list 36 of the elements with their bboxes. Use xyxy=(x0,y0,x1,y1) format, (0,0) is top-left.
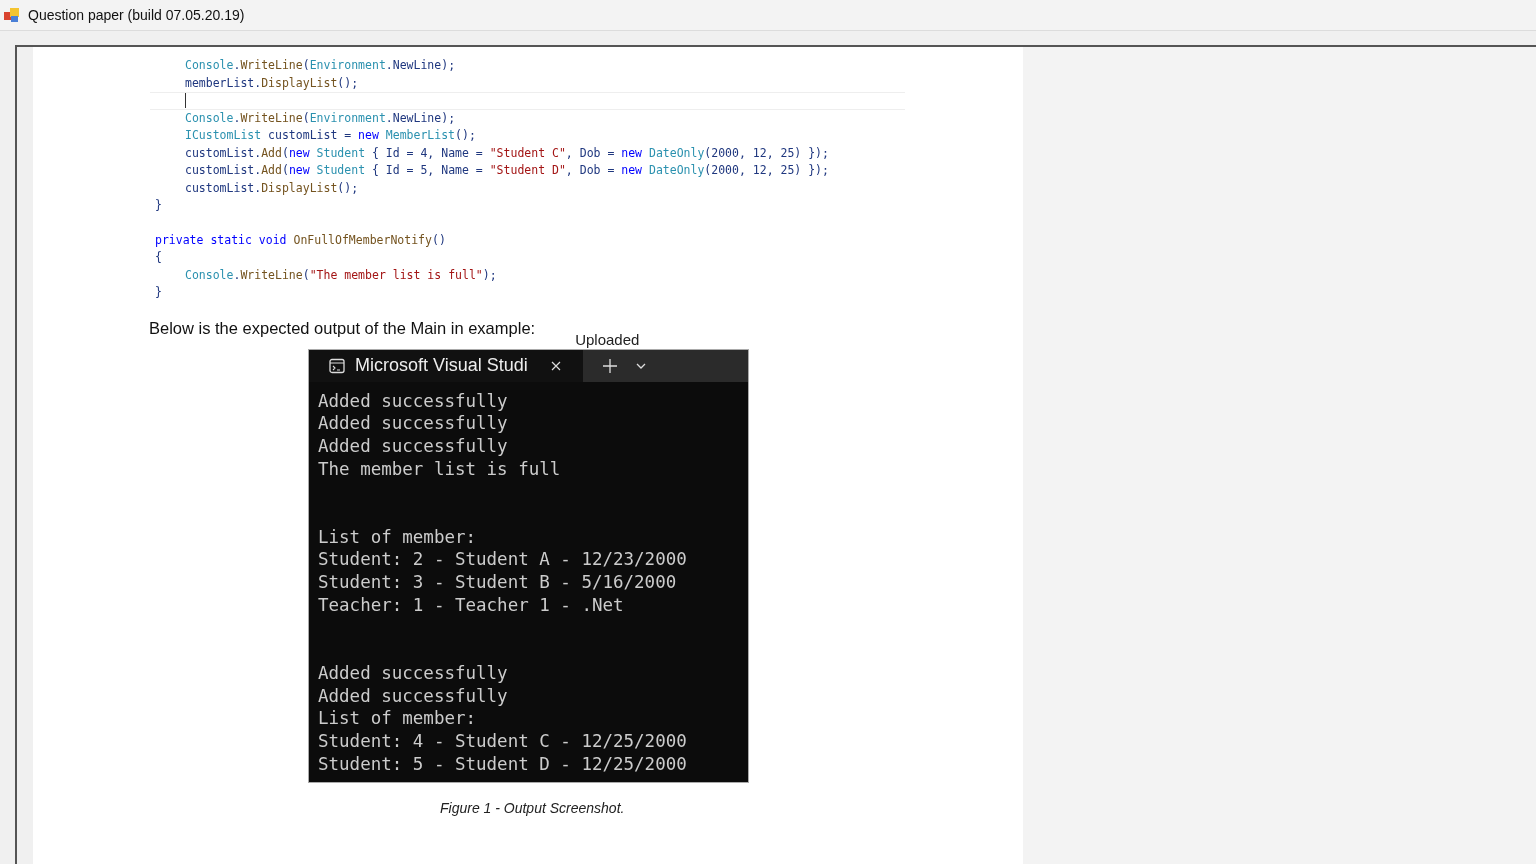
output-line: List of member: xyxy=(318,707,477,731)
output-line: Student: 4 - Student C - 12/25/2000 xyxy=(318,730,687,754)
app-icon xyxy=(4,7,20,23)
output-line: Added successfully xyxy=(318,661,508,685)
output-line: Student: 5 - Student D - 12/25/2000 xyxy=(318,753,687,776)
output-line: Added successfully xyxy=(318,412,508,436)
output-line: Added successfully xyxy=(318,435,508,458)
terminal-tab[interactable]: Microsoft Visual Studi xyxy=(309,349,583,382)
figure-caption: Figure 1 - Output Screenshot. xyxy=(440,799,625,816)
plus-icon[interactable] xyxy=(602,357,618,374)
output-line: Student: 2 - Student A - 12/23/2000 xyxy=(318,548,687,572)
code-line: ICustomList customList = new MemberList(); xyxy=(185,127,476,144)
code-line: customList.Add(new Student { Id = 5, Name = "Student D", Dob = new DateOnly(2000, 12, 25) }); xyxy=(185,162,829,179)
terminal-icon xyxy=(329,357,345,374)
window-title: Question paper (build 07.05.20.19) xyxy=(28,7,245,23)
output-line: List of member: xyxy=(318,525,477,549)
paragraph: Below is the expected output of the Main in example: xyxy=(149,318,536,338)
uploaded-label: Uploaded xyxy=(575,330,640,348)
close-icon[interactable] xyxy=(551,360,561,371)
output-line: Added successfully xyxy=(318,389,508,413)
code-line: } xyxy=(155,284,162,301)
code-line: private static void OnFullOfMemberNotify() xyxy=(155,231,446,249)
code-line: { xyxy=(155,249,162,266)
output-line: Added successfully xyxy=(318,684,508,708)
code-line: memberList.DisplayList(); xyxy=(185,74,359,92)
text-caret xyxy=(185,93,186,109)
chevron-down-icon[interactable] xyxy=(636,362,646,369)
code-line: Console.WriteLine(Environment.NewLine); xyxy=(185,57,456,74)
code-line: customList.DisplayList(); xyxy=(185,179,359,197)
code-line: Console.WriteLine(Environment.NewLine); xyxy=(185,109,456,127)
code-line: Console.WriteLine("The member list is full"); xyxy=(185,266,497,284)
output-line: The member list is full xyxy=(318,457,561,481)
output-line: Teacher: 1 - Teacher 1 - .Net xyxy=(318,594,624,617)
code-line: customList.Add(new Student { Id = 4, Name = "Student C", Dob = new DateOnly(2000, 12, 25) }); xyxy=(185,144,829,162)
code-line: } xyxy=(155,197,162,214)
output-line: Student: 3 - Student B - 5/16/2000 xyxy=(318,571,677,595)
